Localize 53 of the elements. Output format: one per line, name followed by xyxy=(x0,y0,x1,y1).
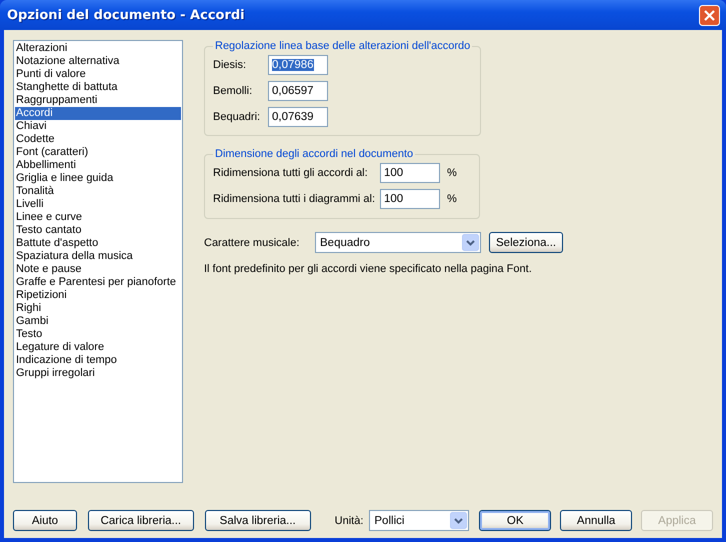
category-item[interactable]: Raggruppamenti xyxy=(15,94,181,107)
category-item[interactable]: Font (caratteri) xyxy=(15,146,181,159)
close-icon[interactable] xyxy=(699,4,720,26)
category-item[interactable]: Note e pause xyxy=(15,263,181,276)
category-item[interactable]: Gambi xyxy=(15,315,181,328)
field-label: Carattere musicale: xyxy=(204,236,300,248)
window-title: Opzioni del documento - Accordi xyxy=(7,8,245,22)
category-item[interactable]: Ripetizioni xyxy=(15,289,181,302)
group-title: Regolazione linea base delle alterazioni dell'accordo xyxy=(214,40,472,52)
category-item[interactable]: Accordi xyxy=(15,107,181,120)
unit-label: % xyxy=(447,193,457,205)
units-dropdown[interactable]: Pollici xyxy=(369,510,470,531)
category-item[interactable]: Stanghette di battuta xyxy=(15,81,181,94)
field-label: Bequadri: xyxy=(213,111,262,123)
unit-label: % xyxy=(447,167,457,179)
select-button[interactable]: Seleziona... xyxy=(489,232,563,253)
category-item[interactable]: Linee e curve xyxy=(15,211,181,224)
units-label: Unità: xyxy=(334,514,364,526)
input-field[interactable]: 0,06597 xyxy=(268,81,328,101)
category-item[interactable]: Graffe e Parentesi per pianoforte xyxy=(15,276,181,289)
category-item[interactable]: Chiavi xyxy=(15,120,181,133)
footer-button[interactable]: Carica libreria... xyxy=(88,510,194,531)
category-item[interactable]: Abbellimenti xyxy=(15,159,181,172)
input-field[interactable]: 100 xyxy=(380,163,440,183)
dropdown[interactable]: Bequadro xyxy=(315,232,481,253)
field-label: Bemolli: xyxy=(213,85,254,97)
category-item[interactable]: Testo xyxy=(15,328,181,341)
category-item[interactable]: Testo cantato xyxy=(15,224,181,237)
category-item[interactable]: Griglia e linee guida xyxy=(15,172,181,185)
category-item[interactable]: Battute d'aspetto xyxy=(15,237,181,250)
category-item[interactable]: Spaziatura della musica xyxy=(15,250,181,263)
input-field[interactable]: 0,07986 xyxy=(268,55,328,75)
field-label: Diesis: xyxy=(213,59,248,71)
input-field[interactable]: 0,07639 xyxy=(268,107,328,127)
category-item[interactable]: Codette xyxy=(15,133,181,146)
category-item[interactable]: Livelli xyxy=(15,198,181,211)
footer-button[interactable]: Salva libreria... xyxy=(204,510,311,531)
group-title: Dimensione degli accordi nel documento xyxy=(214,148,414,160)
category-item[interactable]: Gruppi irregolari xyxy=(15,367,181,380)
category-item[interactable]: Legature di valore xyxy=(15,341,181,354)
field-label: Ridimensiona tutti i diagrammi al: xyxy=(213,193,376,205)
info-text: Il font predefinito per gli accordi viene specificato nella pagina Font. xyxy=(204,263,533,275)
category-item[interactable]: Righi xyxy=(15,302,181,315)
category-item[interactable]: Alterazioni xyxy=(15,42,181,55)
footer-button[interactable]: OK xyxy=(479,510,552,531)
category-item[interactable]: Indicazione di tempo xyxy=(15,354,181,367)
input-field[interactable]: 100 xyxy=(380,189,440,209)
footer-button[interactable]: Annulla xyxy=(560,510,632,531)
category-item[interactable]: Tonalità xyxy=(15,185,181,198)
category-item[interactable]: Punti di valore xyxy=(15,68,181,81)
footer-button[interactable]: Aiuto xyxy=(13,510,77,531)
field-label: Ridimensiona tutti gli accordi al: xyxy=(213,167,369,179)
category-item[interactable]: Notazione alternativa xyxy=(15,55,181,68)
